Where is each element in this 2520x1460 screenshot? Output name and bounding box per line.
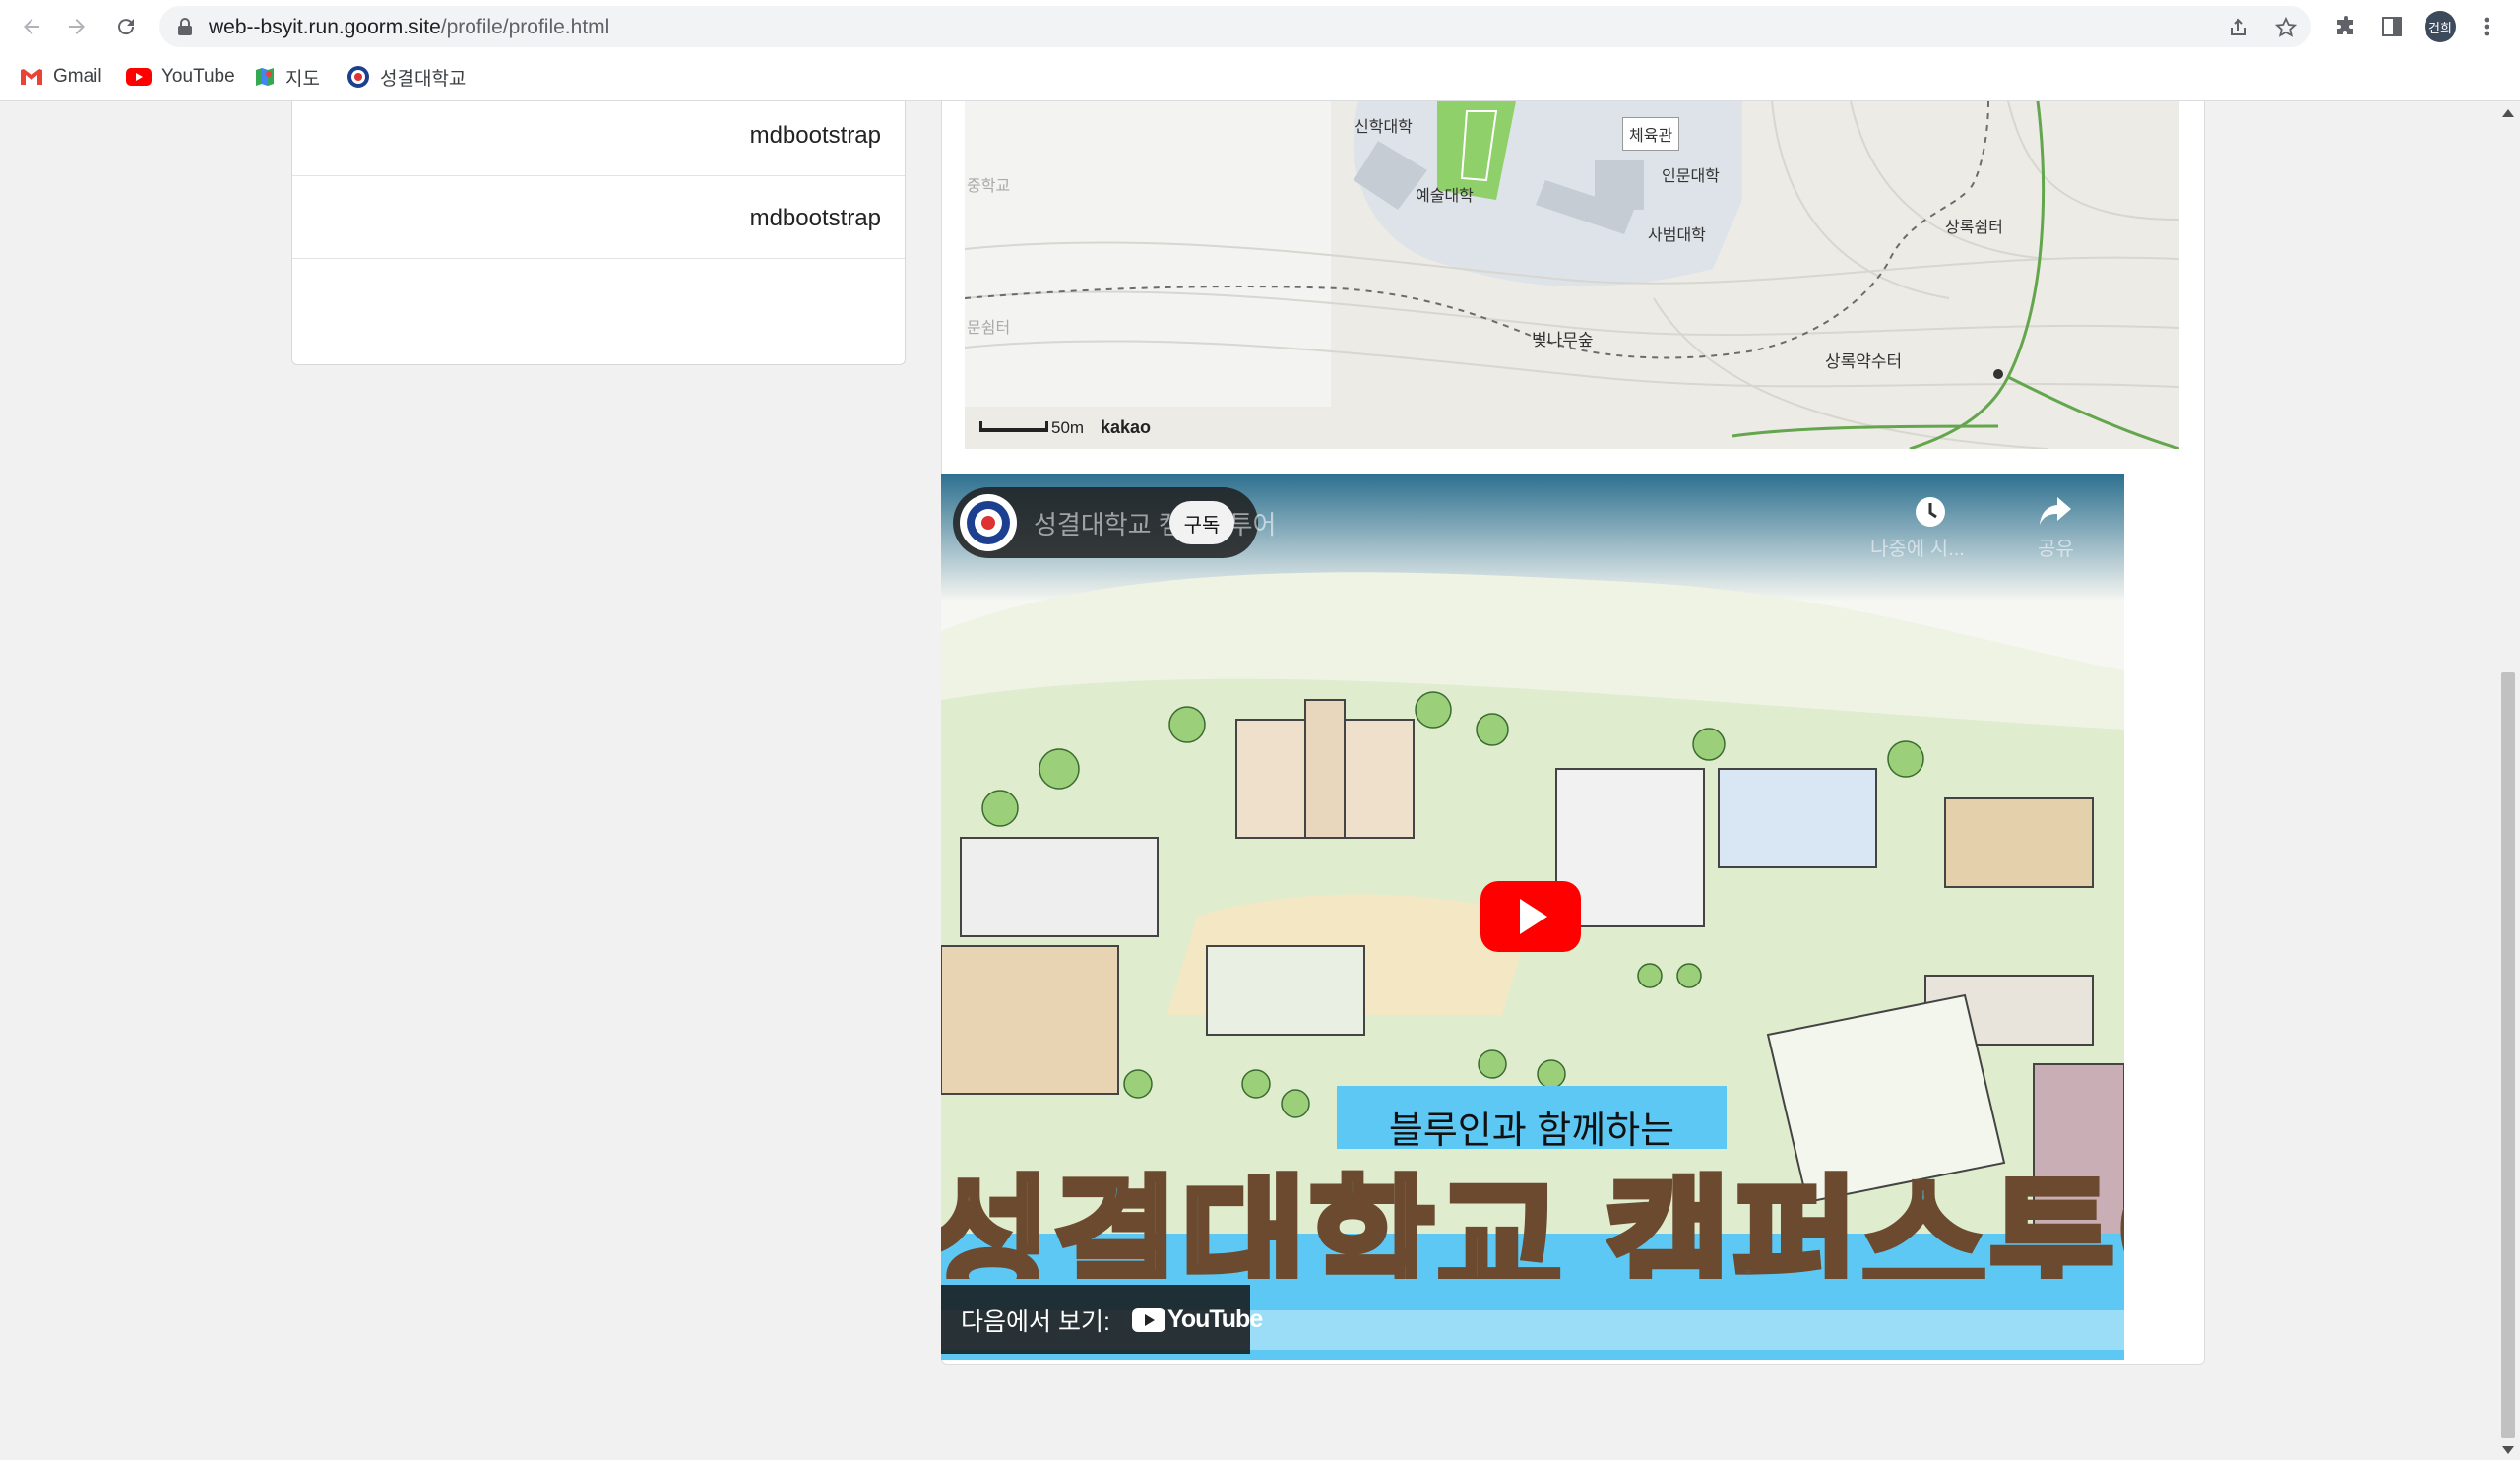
lock-icon — [178, 18, 192, 35]
youtube-wordmark: YouTube — [1167, 1305, 1263, 1333]
bookmark-university[interactable]: 성결대학교 — [346, 63, 466, 91]
bookmark-label: YouTube — [161, 66, 235, 87]
share-page-icon[interactable] — [2227, 16, 2250, 39]
youtube-video-embed[interactable]: 성결대학교 캠퍼스투어 구독 나중에 시... 공유 블루인과 함께하는 성결대… — [941, 474, 2124, 1360]
map-label-humanities: 인문대학 — [1662, 168, 1720, 185]
map-scale: 50m — [1051, 418, 1085, 437]
list-item[interactable]: mdbootstrap — [292, 101, 905, 176]
bookmark-maps[interactable]: 지도 — [254, 63, 320, 91]
maps-icon — [256, 68, 274, 86]
url-path: /profile/profile.html — [440, 16, 610, 38]
reload-icon — [118, 19, 135, 35]
watch-later-label[interactable]: 나중에 시... — [1870, 533, 1965, 561]
page-scrollbar[interactable] — [2496, 101, 2520, 1460]
more-vert-icon — [2484, 17, 2489, 36]
map-label-theology: 신학대학 — [1354, 119, 1413, 136]
scrollbar-thumb[interactable] — [2501, 672, 2515, 1438]
campus-map[interactable]: 신학대학 체육관 인문대학 예술대학 사범대학 상록쉼터 벚나무숲 상록약수터 … — [965, 101, 2179, 449]
puzzle-icon — [2337, 16, 2353, 34]
map-graphic — [965, 101, 2179, 449]
list-item[interactable]: mdbootstrap — [292, 175, 905, 259]
menu-button[interactable] — [2473, 13, 2500, 40]
subscribe-button[interactable]: 구독 — [1169, 501, 1234, 544]
map-label-rest-area: 상록쉼터 — [1945, 220, 2003, 236]
share-icon[interactable] — [2038, 495, 2073, 527]
map-label-spring: 상록약수터 — [1825, 352, 1903, 371]
channel-avatar[interactable] — [959, 493, 1018, 552]
reload-button[interactable] — [110, 11, 142, 42]
scroll-down-arrow-icon[interactable] — [2502, 1446, 2514, 1454]
back-button[interactable] — [16, 11, 47, 42]
play-button-icon[interactable] — [1480, 881, 1581, 952]
list-item-label: mdbootstrap — [749, 205, 881, 231]
bookmark-youtube[interactable]: YouTube — [126, 63, 235, 91]
bookmark-label: Gmail — [53, 66, 102, 87]
bookmark-label: 성결대학교 — [380, 68, 467, 90]
url-host: web--bsyit.run.goorm.site — [209, 16, 441, 38]
side-panel-button[interactable] — [2378, 13, 2406, 40]
kakao-logo: kakao — [1101, 417, 1152, 437]
link-list-card: mdbootstrap mdbootstrap — [291, 101, 906, 365]
browser-toolbar: web--bsyit.run.goorm.site/profile/profil… — [0, 0, 2520, 53]
side-panel-icon — [2382, 17, 2402, 36]
back-icon — [24, 19, 39, 34]
university-icon — [347, 66, 369, 88]
forward-icon — [69, 19, 85, 34]
youtube-icon — [126, 68, 152, 86]
map-label-rest-left: 문쉼터 — [967, 320, 1011, 337]
profile-avatar[interactable]: 건희 — [2425, 11, 2456, 42]
bookmarks-bar: Gmail YouTube 지도 성결대학교 — [0, 53, 2520, 101]
address-bar[interactable]: web--bsyit.run.goorm.site/profile/profil… — [159, 6, 2311, 47]
watch-on-label: 다음에서 보기: — [961, 1308, 1110, 1336]
bookmark-label: 지도 — [285, 68, 320, 90]
youtube-logo-icon — [1132, 1308, 1166, 1332]
bookmark-gmail[interactable]: Gmail — [20, 63, 102, 91]
video-title[interactable]: 성결대학교 캠퍼스투어 — [1034, 505, 1276, 541]
bookmark-star-icon[interactable] — [2274, 16, 2298, 39]
url-text: web--bsyit.run.goorm.site/profile/profil… — [209, 16, 609, 39]
map-label-cherry-forest: 벚나무숲 — [1532, 331, 1594, 349]
gmail-icon — [21, 69, 42, 85]
map-label-education: 사범대학 — [1648, 227, 1706, 244]
headline-text: 성결대학교 캠퍼스투어 — [941, 1164, 2124, 1280]
watch-later-icon[interactable] — [1914, 495, 1947, 529]
list-item-label: mdbootstrap — [749, 122, 881, 149]
map-label-arts: 예술대학 — [1416, 188, 1474, 205]
scroll-up-arrow-icon[interactable] — [2502, 109, 2514, 117]
page-content: mdbootstrap mdbootstrap 신학대학 체육관 인문대학 예술… — [0, 101, 2496, 1460]
share-label[interactable]: 공유 — [2038, 533, 2074, 561]
forward-button[interactable] — [61, 11, 93, 42]
extensions-button[interactable] — [2332, 13, 2360, 40]
map-label-gym: 체육관 — [1622, 117, 1680, 151]
map-label-school-left: 중학교 — [967, 178, 1011, 195]
